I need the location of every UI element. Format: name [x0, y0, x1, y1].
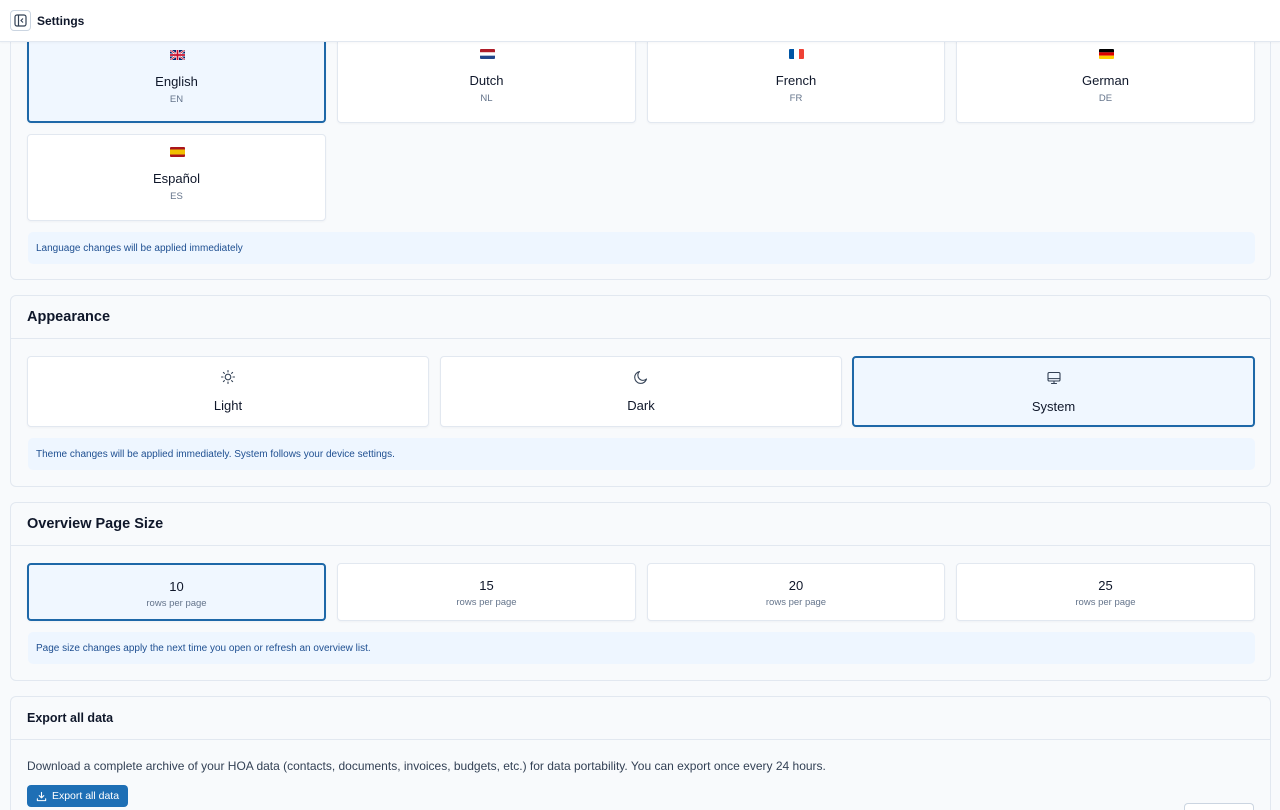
fr-flag-icon [789, 49, 804, 59]
language-code: EN [169, 94, 184, 105]
theme-name: Dark [627, 398, 655, 413]
appearance-header: Appearance [11, 296, 1270, 339]
uk-flag-icon [169, 50, 185, 60]
theme-option-system[interactable]: System [852, 356, 1255, 427]
language-option-espanol[interactable]: Español ES [27, 134, 326, 221]
es-flag-icon [169, 147, 185, 157]
page-size-note: Page size changes apply the next time yo… [28, 632, 1255, 664]
language-name: English [155, 74, 198, 89]
moon-icon [634, 370, 648, 384]
appearance-note: Theme changes will be applied immediatel… [28, 438, 1255, 470]
language-option-german[interactable]: German DE [956, 36, 1255, 123]
page-size-option-15[interactable]: 15 rows per page [337, 563, 636, 621]
appearance-title: Appearance [27, 309, 111, 325]
page-size-label: rows per page [146, 598, 207, 609]
download-icon [36, 791, 47, 801]
language-card: English EN Dutch NL French FR German DE … [10, 20, 1271, 280]
sidebar-toggle-button[interactable] [10, 10, 31, 31]
language-option-dutch[interactable]: Dutch NL [337, 36, 636, 123]
language-name: French [775, 73, 817, 88]
sun-icon [220, 369, 236, 385]
language-name: Dutch [469, 73, 504, 88]
export-header: Export all data [11, 697, 1270, 740]
export-all-data-button[interactable]: Export all data [27, 785, 128, 807]
page-size-header: Overview Page Size [11, 503, 1270, 546]
page-size-value: 25 [1098, 578, 1113, 593]
export-button-label: Export all data [51, 790, 120, 802]
page-size-value: 20 [788, 578, 804, 593]
page-size-option-10[interactable]: 10 rows per page [27, 563, 326, 621]
page-size-option-20[interactable]: 20 rows per page [647, 563, 945, 621]
export-description: Download a complete archive of your HOA … [27, 759, 826, 773]
language-code: DE [1098, 93, 1113, 104]
language-code: FR [789, 93, 803, 104]
de-flag-icon [1098, 49, 1114, 59]
language-note: Language changes will be applied immedia… [28, 232, 1255, 264]
page-size-label: rows per page [1075, 597, 1136, 608]
page-size-value: 10 [169, 579, 184, 594]
theme-name: Light [213, 398, 243, 413]
theme-option-light[interactable]: Light [27, 356, 429, 427]
page-title: Settings [37, 13, 85, 28]
page-size-label: rows per page [456, 597, 517, 608]
language-option-english[interactable]: English EN [27, 36, 326, 123]
language-code: ES [170, 191, 183, 202]
top-bar: Settings [0, 0, 1280, 42]
export-title: Export all data [27, 711, 114, 725]
theme-name: System [1031, 399, 1076, 414]
theme-option-dark[interactable]: Dark [440, 356, 842, 427]
page-size-option-25[interactable]: 25 rows per page [956, 563, 1255, 621]
secondary-button-partial[interactable] [1184, 803, 1254, 810]
sidebar-toggle-icon [14, 14, 27, 27]
appearance-card: Appearance Light Dark System Theme chang… [10, 295, 1271, 487]
monitor-icon [1046, 371, 1061, 385]
language-name: German [1082, 73, 1129, 88]
export-card: Export all data Download a complete arch… [10, 696, 1271, 810]
page-size-title: Overview Page Size [27, 516, 164, 532]
language-option-french[interactable]: French FR [647, 36, 945, 123]
language-name: Español [153, 171, 200, 186]
page-size-value: 15 [479, 578, 494, 593]
page-size-label: rows per page [765, 597, 827, 608]
nl-flag-icon [479, 49, 495, 59]
language-code: NL [480, 93, 493, 104]
page-size-card: Overview Page Size 10 rows per page 15 r… [10, 502, 1271, 681]
